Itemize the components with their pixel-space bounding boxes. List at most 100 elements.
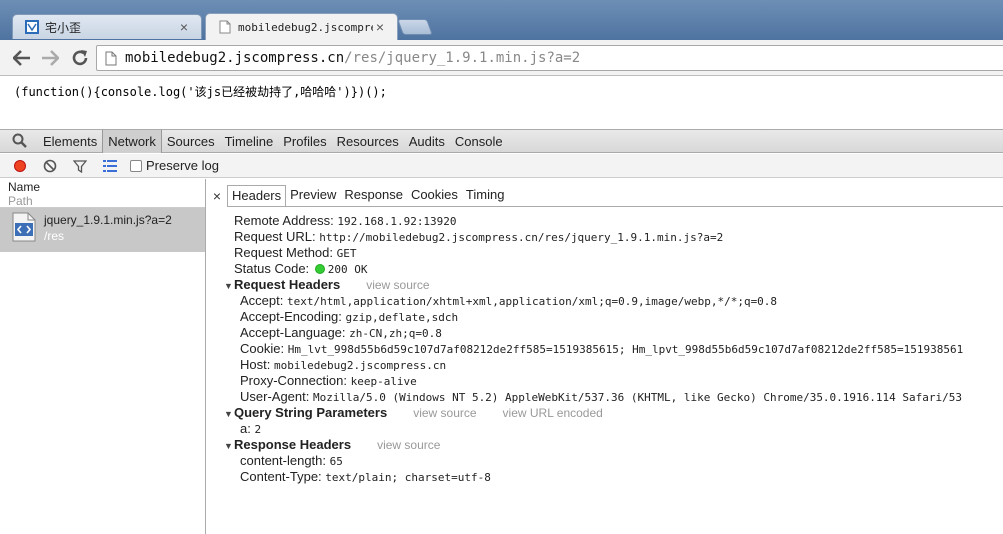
header-key: Remote Address: (234, 213, 334, 228)
preserve-log-toggle[interactable]: Preserve log (130, 158, 219, 173)
tab-elements[interactable]: Elements (38, 130, 102, 153)
header-row: User-Agent: Mozilla/5.0 (Windows NT 5.2)… (207, 389, 1003, 405)
tab-resources[interactable]: Resources (332, 130, 404, 153)
tab-divider (227, 206, 1003, 207)
tab-preview[interactable]: Preview (286, 185, 340, 207)
page-content: (function(){console.log('该js已经被劫持了,哈哈哈')… (0, 77, 1003, 129)
close-detail-icon[interactable]: × (207, 188, 227, 204)
request-detail: × Headers Preview Response Cookies Timin… (207, 179, 1003, 534)
url-path: /res/jquery_1.9.1.min.js?a=2 (344, 50, 581, 66)
tab-profiles[interactable]: Profiles (278, 130, 331, 153)
devtools-panel: Elements Network Sources Timeline Profil… (0, 129, 1003, 534)
header-key: Accept-Encoding: (240, 309, 342, 324)
view-toggle-button[interactable] (100, 156, 120, 176)
page-icon (105, 51, 117, 65)
script-file-icon (12, 212, 36, 242)
view-source-link[interactable]: view source (377, 438, 440, 452)
header-row: Proxy-Connection: keep-alive (207, 373, 1003, 389)
tab-title: 宅小歪 (45, 20, 82, 35)
tab-network[interactable]: Network (102, 129, 162, 153)
network-controls: Preserve log (0, 154, 1003, 178)
param-value: 2 (254, 423, 262, 436)
tab-console[interactable]: Console (450, 130, 508, 153)
header-row: Content-Type: text/plain; charset=utf-8 (207, 469, 1003, 485)
forward-button[interactable] (38, 46, 62, 70)
tab-title: mobiledebug2.jscompress (238, 20, 373, 34)
query-param-row: a: 2 (207, 421, 1003, 437)
arrow-right-icon (42, 50, 59, 66)
tab-headers[interactable]: Headers (227, 185, 287, 207)
browser-tab-2[interactable]: mobiledebug2.jscompress × (205, 13, 398, 40)
tab-timeline[interactable]: Timeline (220, 130, 279, 153)
header-value: zh-CN,zh;q=0.8 (349, 327, 442, 340)
page-favicon-icon (219, 20, 231, 34)
column-path: Path (8, 194, 33, 208)
clear-button[interactable] (40, 156, 60, 176)
header-value: Mozilla/5.0 (Windows NT 5.2) AppleWebKit… (313, 391, 963, 404)
request-path: /res (44, 229, 65, 243)
param-key: a: (240, 421, 251, 436)
column-name: Name (8, 180, 41, 194)
reload-button[interactable] (68, 46, 92, 70)
status-ok-icon (314, 264, 325, 274)
response-headers-section[interactable]: ▼Response Headers view source (207, 437, 1003, 453)
header-value: http://mobiledebug2.jscompress.cn/res/jq… (319, 231, 724, 244)
detail-tabs: × Headers Preview Response Cookies Timin… (207, 185, 1003, 207)
header-value: Hm_lvt_998d55b6d59c107d7af08212de2ff585=… (287, 343, 964, 356)
header-value: text/html,application/xhtml+xml,applicat… (286, 295, 778, 308)
query-string-section[interactable]: ▼Query String Parameters view source view … (207, 405, 1003, 421)
header-key: Status Code: (234, 261, 310, 276)
header-value: GET (336, 247, 357, 260)
request-row[interactable]: jquery_1.9.1.min.js?a=2 /res (0, 208, 205, 252)
expand-triangle-icon: ▼ (224, 409, 233, 419)
expand-triangle-icon: ▼ (224, 281, 233, 291)
header-row: content-length: 65 (207, 453, 1003, 469)
tab-sources[interactable]: Sources (162, 130, 220, 153)
general-row: Remote Address: 192.168.1.92:13920 (207, 213, 1003, 229)
clear-icon (43, 159, 57, 172)
view-url-encoded-link[interactable]: view URL encoded (503, 406, 603, 420)
status-row: Status Code: 200 OK (207, 261, 1003, 277)
preserve-log-checkbox[interactable] (130, 159, 142, 172)
page-text: (function(){console.log('该js已经被劫持了,哈哈哈')… (14, 85, 387, 99)
url-host: mobiledebug2.jscompress.cn (125, 50, 345, 66)
header-row: Accept-Encoding: gzip,deflate,sdch (207, 309, 1003, 325)
preserve-log-label: Preserve log (146, 158, 219, 173)
view-source-link[interactable]: view source (366, 278, 429, 292)
header-key: Content-Type: (240, 469, 322, 484)
back-button[interactable] (10, 46, 34, 70)
browser-toolbar: mobiledebug2.jscompress.cn/res/jquery_1.… (0, 40, 1003, 76)
column-header[interactable]: Name Path (0, 179, 205, 208)
search-icon[interactable] (10, 133, 30, 149)
general-row: Request URL: http://mobiledebug2.jscompr… (207, 229, 1003, 245)
browser-tab-1[interactable]: 宅小歪 × (12, 14, 202, 39)
filter-button[interactable] (70, 156, 90, 176)
tab-audits[interactable]: Audits (404, 130, 450, 153)
tab-close-icon[interactable]: × (177, 19, 191, 35)
headers-view: Remote Address: 192.168.1.92:13920 Reque… (207, 213, 1003, 485)
tab-cookies[interactable]: Cookies (407, 185, 462, 207)
tab-response[interactable]: Response (340, 185, 407, 207)
header-key: Cookie: (240, 341, 285, 356)
tab-close-icon[interactable]: × (373, 19, 387, 35)
record-button[interactable] (10, 156, 30, 176)
header-value: keep-alive (350, 375, 417, 388)
section-title: Response Headers (234, 437, 352, 452)
address-bar[interactable]: mobiledebug2.jscompress.cn/res/jquery_1.… (96, 45, 1003, 71)
filter-icon (73, 159, 87, 173)
request-list: Name Path jquery_1.9.1.min.js?a=2 /res (0, 179, 206, 534)
header-row: Accept: text/html,application/xhtml+xml,… (207, 293, 1003, 309)
view-source-link[interactable]: view source (413, 406, 476, 420)
record-icon (14, 159, 26, 172)
header-value: mobiledebug2.jscompress.cn (273, 359, 447, 372)
status-value: 200 OK (327, 263, 368, 276)
header-key: Accept-Language: (240, 325, 346, 340)
header-key: Accept: (240, 293, 284, 308)
tab-strip: 宅小歪 × mobiledebug2.jscompress × (0, 0, 1003, 40)
header-value: 192.168.1.92:13920 (337, 215, 457, 228)
tab-timing[interactable]: Timing (462, 185, 509, 207)
new-tab-button[interactable] (397, 19, 433, 35)
header-row: Cookie: Hm_lvt_998d55b6d59c107d7af08212d… (207, 341, 1003, 357)
request-headers-section[interactable]: ▼Request Headers view source (207, 277, 1003, 293)
header-row: Host: mobiledebug2.jscompress.cn (207, 357, 1003, 373)
